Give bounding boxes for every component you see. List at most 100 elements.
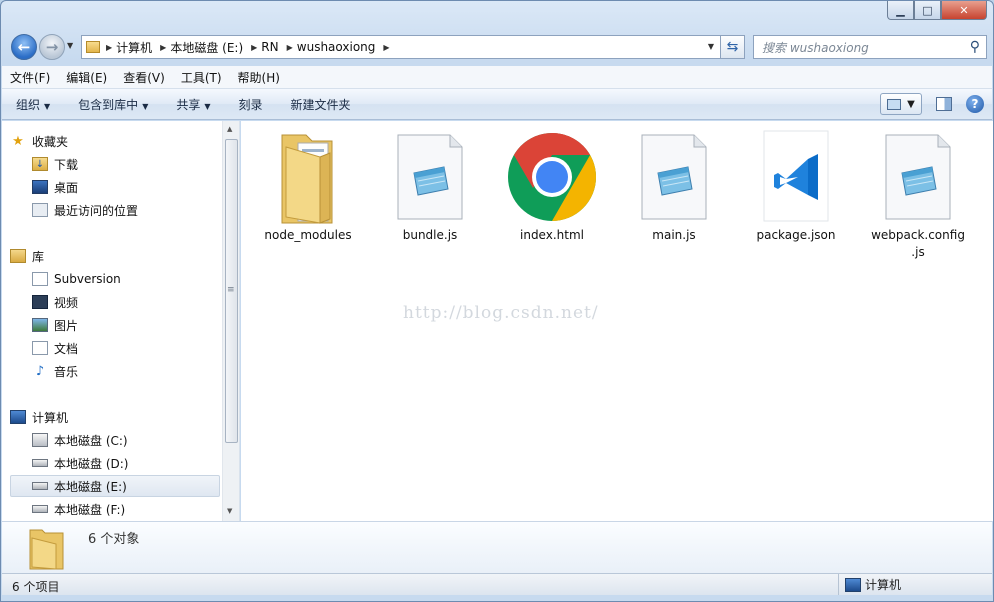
file-item[interactable]: bundle.js [375,129,485,244]
help-button[interactable]: ? [966,95,984,113]
sidebar-item-desktop[interactable]: 桌面 [32,176,239,198]
breadcrumb-separator-icon[interactable]: ▶ [287,43,293,52]
sidebar-item-label: 库 [32,249,45,264]
menu-edit[interactable]: 编辑(E) [66,69,107,86]
sidebar-item-label: 视频 [54,295,79,310]
sidebar-item-music[interactable]: ♪ 音乐 [32,360,239,382]
file-item[interactable]: index.html [497,129,607,244]
close-button[interactable]: ✕ [941,1,987,20]
computer-icon [10,410,26,424]
star-icon: ★ [12,133,24,149]
sidebar-item-videos[interactable]: 视频 [32,291,239,313]
file-name: main.js [652,228,696,242]
breadcrumb-separator-icon[interactable]: ▶ [106,43,112,52]
forward-arrow-icon: → [45,38,59,56]
organize-label: 组织 [16,97,41,112]
menu-file[interactable]: 文件(F) [10,69,50,86]
navigation-pane: ★ 收藏夹 ↓ 下载 桌面 最近访问的位置 库 Subversion 视频 图片… [2,121,240,521]
sidebar-item-subversion[interactable]: Subversion [32,268,239,290]
menu-view[interactable]: 查看(V) [123,69,165,86]
sidebar-item-label: 下载 [54,157,79,172]
scroll-up-icon[interactable]: ▲ [227,125,232,133]
address-history-dropdown-icon[interactable]: ▼ [708,42,714,51]
hard-drive-icon [32,505,48,513]
file-item[interactable]: webpack.config .js [863,129,973,261]
recent-pages-dropdown-icon[interactable]: ▼ [67,41,73,50]
back-button[interactable]: ← [11,34,37,60]
new-folder-button[interactable]: 新建文件夹 [291,96,351,113]
file-name: index.html [520,228,584,242]
file-item[interactable]: main.js [619,129,729,244]
search-box[interactable]: 搜索 wushaoxiong ⚲ [753,35,987,59]
sidebar-item-pictures[interactable]: 图片 [32,314,239,336]
help-icon: ? [971,97,979,111]
maximize-button[interactable]: □ [914,1,941,20]
address-bar[interactable]: ▶ 计算机 ▶ 本地磁盘 (E:) ▶ RN ▶ wushaoxiong ▶ ▼ [81,35,721,59]
include-in-library-label: 包含到库中 [78,97,139,112]
search-placeholder: 搜索 wushaoxiong [762,40,869,55]
menu-tools[interactable]: 工具(T) [181,69,222,86]
sidebar-item-label: 本地磁盘 (C:) [54,433,128,448]
sidebar-item-computer[interactable]: 计算机 [10,406,220,428]
sidebar-item-label: Subversion [54,272,121,286]
details-pane: 6 个对象 [2,521,992,573]
refresh-icon: ⇆ [726,39,739,55]
recent-places-icon [32,203,48,217]
breadcrumb-wushaoxiong[interactable]: wushaoxiong [297,40,376,54]
sidebar-item-recent-places[interactable]: 最近访问的位置 [32,199,239,221]
download-folder-icon: ↓ [32,157,48,171]
document-icon [32,272,48,286]
sidebar-item-documents[interactable]: 文档 [32,337,239,359]
menu-help[interactable]: 帮助(H) [238,69,280,86]
breadcrumb-separator-icon[interactable]: ▶ [160,43,166,52]
picture-icon [32,318,48,332]
scroll-down-icon[interactable]: ▼ [227,507,232,515]
explorer-window: ▁ □ ✕ ← → ▼ ▶ 计算机 ▶ 本地磁盘 (E:) ▶ RN ▶ wus… [0,0,994,602]
breadcrumb-rn[interactable]: RN [261,40,278,54]
forward-button[interactable]: → [39,34,65,60]
sidebar-item-drive-c[interactable]: 本地磁盘 (C:) [32,429,239,451]
breadcrumb-separator-icon[interactable]: ▶ [251,43,257,52]
minimize-button[interactable]: ▁ [887,1,914,20]
change-view-button[interactable]: ▼ [880,93,922,115]
vscode-icon [750,129,842,225]
status-location: 计算机 [838,574,901,595]
sidebar-item-label: 本地磁盘 (E:) [54,479,127,494]
caption-buttons: ▁ □ ✕ [887,1,987,20]
notepad-file-icon [872,129,964,225]
video-icon [32,295,48,309]
system-drive-icon [32,433,48,447]
breadcrumb-separator-icon[interactable]: ▶ [383,43,389,52]
folder-icon [86,41,100,53]
share-button[interactable]: 共享 ▼ [176,96,210,113]
organize-button[interactable]: 组织 ▼ [16,96,50,113]
sidebar-item-drive-e[interactable]: 本地磁盘 (E:) [10,475,220,497]
sidebar-item-label: 桌面 [54,180,79,195]
include-in-library-button[interactable]: 包含到库中 ▼ [78,96,148,113]
sidebar-item-drive-d[interactable]: 本地磁盘 (D:) [32,452,239,474]
back-arrow-icon: ← [17,38,31,56]
hard-drive-icon [32,482,48,490]
document-icon [32,341,48,355]
preview-pane-button[interactable] [932,93,956,115]
share-label: 共享 [176,97,201,112]
breadcrumb-computer[interactable]: 计算机 [116,39,152,56]
chevron-down-icon: ▼ [142,101,149,111]
sidebar-item-label: 音乐 [54,364,79,379]
file-item[interactable]: node_modules [253,129,363,244]
notepad-file-icon [384,129,476,225]
sidebar-item-drive-f[interactable]: 本地磁盘 (F:) [32,498,239,520]
search-icon[interactable]: ⚲ [970,39,980,55]
status-bar: 6 个项目 计算机 [2,573,992,595]
burn-button[interactable]: 刻录 [239,96,263,113]
breadcrumb-drive-e[interactable]: 本地磁盘 (E:) [170,39,243,56]
sidebar-item-downloads[interactable]: ↓ 下载 [32,153,239,175]
address-row: ← → ▼ ▶ 计算机 ▶ 本地磁盘 (E:) ▶ RN ▶ wushaoxio… [9,33,987,61]
file-list: node_modules bundle.js index.html main.j… [241,121,993,521]
sidebar-item-libraries[interactable]: 库 [10,245,220,267]
sidebar-item-favorites[interactable]: ★ 收藏夹 [10,130,220,152]
navigation-scrollbar[interactable]: ▲ ≡ ▼ [222,121,239,521]
chevron-down-icon: ▼ [907,98,915,110]
file-item[interactable]: package.json [741,129,851,244]
refresh-button[interactable]: ⇆ [721,35,745,59]
